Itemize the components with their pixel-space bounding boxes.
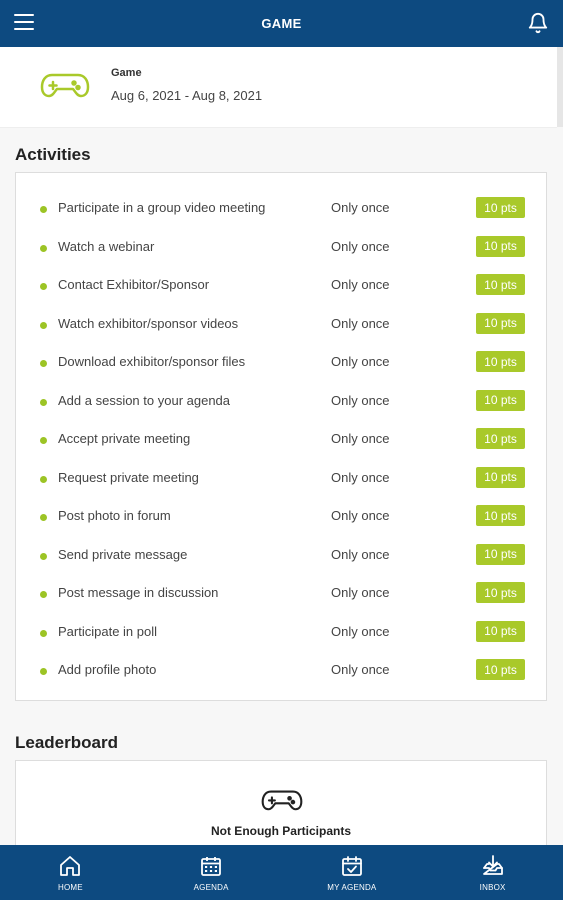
activity-row: Download exhibitor/sponsor files Only onc… bbox=[16, 349, 546, 388]
bullet-icon bbox=[40, 475, 47, 483]
activity-label: Contact Exhibitor/Sponsor bbox=[58, 277, 210, 292]
bottom-navigation: HOME AGENDA MY AGENDA INBOX bbox=[0, 845, 563, 900]
activity-frequency: Only once bbox=[331, 200, 390, 215]
activity-row: Accept private meeting Only once 10 pts bbox=[16, 426, 546, 465]
activity-label: Accept private meeting bbox=[58, 431, 191, 446]
activity-row: Watch a webinar Only once 10 pts bbox=[16, 234, 546, 273]
bullet-icon bbox=[40, 591, 47, 598]
activity-label: Add profile photo bbox=[58, 662, 157, 677]
points-badge: 10 pts bbox=[476, 428, 525, 449]
calendar-icon bbox=[201, 857, 222, 876]
activity-frequency: Only once bbox=[331, 392, 390, 408]
points-badge: 10 pts bbox=[476, 543, 525, 565]
bullet-icon bbox=[40, 360, 47, 367]
bullet-icon bbox=[40, 206, 47, 213]
activity-row: Request private meeting Only once 10 pts bbox=[16, 465, 546, 504]
nav-home[interactable]: HOME bbox=[0, 845, 141, 900]
scrollbar[interactable] bbox=[557, 47, 563, 127]
points-badge: 10 pts bbox=[476, 351, 525, 372]
bullet-icon bbox=[40, 629, 47, 637]
activity-label: Watch a webinar bbox=[58, 238, 155, 254]
activity-row: Participate in poll Only once 10 pts bbox=[16, 619, 546, 658]
activity-frequency: Only once bbox=[331, 469, 390, 485]
activity-label: Post photo in forum bbox=[58, 508, 171, 523]
points-badge: 10 pts bbox=[476, 582, 525, 603]
page-title: GAME bbox=[261, 16, 302, 31]
activity-row: Add a session to your agenda Only once 10 … bbox=[16, 388, 546, 427]
activity-row: Add profile photo Only once 10 pts bbox=[16, 657, 546, 696]
activity-frequency: Only once bbox=[331, 431, 390, 446]
bullet-icon bbox=[40, 437, 47, 444]
activity-frequency: Only once bbox=[331, 585, 390, 600]
hamburger-menu-icon[interactable] bbox=[14, 14, 34, 32]
nav-label: AGENDA bbox=[193, 883, 229, 892]
activity-frequency: Only once bbox=[331, 277, 390, 292]
points-badge: 10 pts bbox=[476, 197, 525, 218]
leaderboard-heading: Leaderboard bbox=[15, 733, 118, 752]
calendar-check-icon bbox=[341, 856, 362, 876]
nav-agenda[interactable]: AGENDA bbox=[141, 845, 282, 900]
points-badge: 10 pts bbox=[476, 620, 525, 642]
bullet-icon bbox=[40, 283, 47, 290]
activity-frequency: Only once bbox=[331, 354, 390, 369]
points-badge: 10 pts bbox=[476, 466, 525, 488]
home-icon bbox=[60, 856, 81, 876]
bullet-icon bbox=[40, 514, 47, 521]
bullet-icon bbox=[40, 668, 47, 675]
points-badge: 10 pts bbox=[476, 389, 525, 411]
activity-label: Add a session to your agenda bbox=[58, 392, 231, 408]
activity-label: Participate in a group video meeting bbox=[58, 200, 266, 215]
activity-frequency: Only once bbox=[331, 508, 390, 523]
activity-row: Participate in a group video meeting Only… bbox=[16, 195, 546, 234]
activity-frequency: Only once bbox=[331, 662, 390, 677]
activity-label: Send private message bbox=[58, 546, 188, 562]
activity-frequency: Only once bbox=[331, 546, 390, 562]
nav-label: HOME bbox=[57, 883, 83, 892]
activity-label: Download exhibitor/sponsor files bbox=[58, 354, 246, 369]
activity-frequency: Only once bbox=[331, 238, 390, 254]
activity-frequency: Only once bbox=[331, 623, 390, 639]
bullet-icon bbox=[40, 552, 47, 560]
game-dates: Aug 6, 2021 - Aug 8, 2021 bbox=[111, 88, 263, 103]
nav-label: INBOX bbox=[479, 883, 506, 892]
activity-row: Watch exhibitor/sponsor videos Only once 1… bbox=[16, 311, 546, 350]
activity-row: Send private message Only once 10 pts bbox=[16, 542, 546, 581]
activities-heading: Activities bbox=[15, 145, 91, 164]
activity-label: Post message in discussion bbox=[58, 585, 219, 600]
points-badge: 10 pts bbox=[476, 659, 525, 680]
nav-inbox[interactable]: INBOX bbox=[422, 845, 563, 900]
gamepad-icon bbox=[261, 789, 303, 816]
activity-label: Request private meeting bbox=[58, 469, 199, 485]
points-badge: 10 pts bbox=[476, 235, 525, 257]
bullet-icon bbox=[40, 398, 47, 406]
activity-row: Contact Exhibitor/Sponsor Only once 10 pts bbox=[16, 272, 546, 311]
points-badge: 10 pts bbox=[476, 274, 525, 295]
activities-list: Participate in a group video meeting Only… bbox=[15, 172, 547, 701]
top-bar: GAME bbox=[0, 0, 563, 47]
bell-icon[interactable] bbox=[527, 12, 549, 34]
nav-my-agenda[interactable]: MY AGENDA bbox=[282, 845, 423, 900]
gamepad-icon bbox=[40, 72, 90, 103]
activity-label: Participate in poll bbox=[58, 623, 157, 639]
activity-label: Watch exhibitor/sponsor videos bbox=[58, 315, 239, 331]
activity-frequency: Only once bbox=[331, 315, 390, 331]
leaderboard-empty-message: Not Enough Participants bbox=[210, 824, 351, 838]
game-label: Game bbox=[111, 67, 142, 79]
activity-row: Post photo in forum Only once 10 pts bbox=[16, 503, 546, 542]
points-badge: 10 pts bbox=[476, 312, 525, 334]
bullet-icon bbox=[40, 321, 47, 329]
game-info-panel: Game Aug 6, 2021 - Aug 8, 2021 bbox=[0, 47, 557, 128]
activity-row: Post message in discussion Only once 10 pt… bbox=[16, 580, 546, 619]
bullet-icon bbox=[40, 244, 47, 252]
inbox-download-icon bbox=[482, 855, 503, 875]
points-badge: 10 pts bbox=[476, 505, 525, 526]
nav-label: MY AGENDA bbox=[327, 883, 377, 892]
